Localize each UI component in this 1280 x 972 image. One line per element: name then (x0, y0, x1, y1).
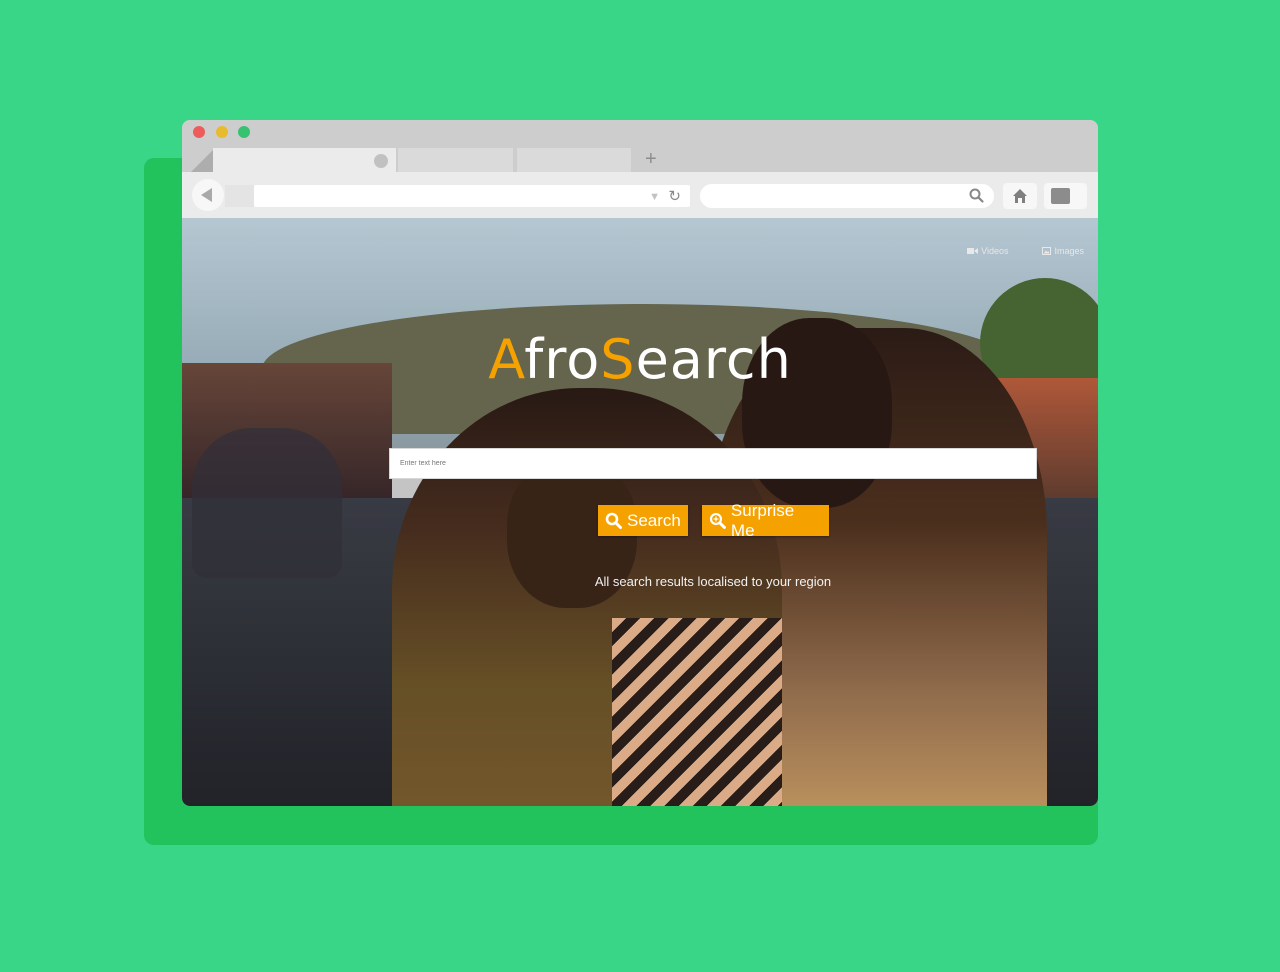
image-icon (1042, 247, 1052, 255)
window-icon (1051, 188, 1070, 204)
tagline: All search results localised to your reg… (594, 574, 832, 589)
top-nav: Videos Images (967, 246, 1084, 256)
search-button-label: Search (627, 510, 681, 530)
videos-link[interactable]: Videos (967, 246, 1008, 256)
video-camera-icon (967, 248, 979, 254)
tab-inactive[interactable] (398, 148, 513, 172)
browser-search-bar[interactable] (700, 184, 994, 208)
minimize-window-button[interactable] (216, 126, 228, 138)
logo-letter-s: S (600, 328, 636, 391)
url-site-info (225, 185, 254, 207)
search-icon (969, 188, 984, 203)
tab-active[interactable] (213, 148, 396, 172)
surprise-me-button[interactable]: Surprise Me (702, 501, 829, 540)
browser-titlebar: + (182, 120, 1098, 172)
page-viewport: Videos Images AfroSearch Search (182, 218, 1098, 806)
menu-button[interactable] (1044, 183, 1087, 209)
images-link-label: Images (1054, 246, 1084, 256)
videos-link-label: Videos (981, 246, 1009, 256)
tab-inactive[interactable] (517, 148, 631, 172)
new-tab-button[interactable]: + (645, 147, 657, 171)
close-window-button[interactable] (193, 126, 205, 138)
logo-text-fro: fro (524, 328, 601, 391)
images-link[interactable]: Images (1042, 246, 1084, 256)
tab-edge-decoration (191, 150, 213, 172)
logo-text-earch: earch (635, 328, 792, 391)
logo-letter-a: A (488, 328, 525, 391)
site-logo: AfroSearch (182, 330, 1098, 390)
back-button[interactable] (192, 179, 224, 211)
back-arrow-icon (201, 188, 212, 202)
browser-toolbar: ▼ ↻ (182, 172, 1098, 218)
surprise-me-button-label: Surprise Me (730, 500, 795, 540)
magic-search-icon (709, 512, 726, 529)
tab-close-icon[interactable] (374, 154, 388, 168)
dropdown-arrow-icon[interactable]: ▼ (649, 191, 660, 203)
reload-icon[interactable]: ↻ (668, 187, 681, 205)
home-button[interactable] (1003, 183, 1037, 209)
search-icon (605, 512, 622, 529)
browser-window: + ▼ ↻ Videos Images AfroSearch Enter tex… (182, 120, 1098, 806)
search-input[interactable] (389, 448, 1037, 479)
home-icon (1013, 189, 1027, 203)
search-button[interactable]: Search (598, 505, 688, 536)
maximize-window-button[interactable] (238, 126, 250, 138)
address-bar[interactable]: ▼ ↻ (254, 185, 690, 207)
